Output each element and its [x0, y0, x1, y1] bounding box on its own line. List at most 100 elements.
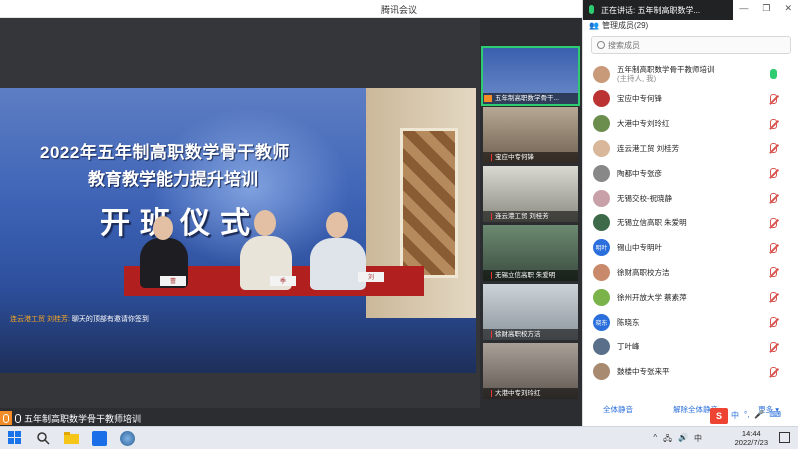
- punctuation-icon[interactable]: °,: [744, 410, 749, 421]
- network-icon[interactable]: 🖧: [663, 433, 672, 447]
- mic-muted-icon[interactable]: [770, 267, 777, 278]
- member-role: (主持人, 我): [617, 74, 657, 83]
- member-name: 丁叶峰: [617, 342, 640, 351]
- banner-line-3: 开班仪式: [100, 207, 260, 240]
- mic-muted-icon: [486, 213, 492, 220]
- notification-icon[interactable]: [779, 432, 790, 443]
- member-name-text: 宝应中专何锋: [617, 94, 662, 104]
- members-title: 管理成员(29): [601, 21, 649, 30]
- sogou-ime-icon[interactable]: S: [710, 408, 728, 424]
- member-row[interactable]: 徐州开放大学 蔡素萍: [583, 285, 798, 309]
- maximize-icon[interactable]: ❐: [762, 3, 770, 14]
- speaker-label: 五年制高职数学骨干教师培训: [0, 410, 160, 426]
- thumbnail-label: 徐财高职校方洁: [483, 329, 578, 340]
- thumbnail-label: 五年制高职数学骨干...: [483, 93, 578, 104]
- mic-muted-icon[interactable]: [770, 366, 777, 377]
- speaking-indicator: 正在讲话: 五年制高职数学...: [583, 0, 733, 20]
- avatar: [593, 214, 610, 232]
- close-icon[interactable]: ✕: [784, 3, 792, 14]
- thumbnail-6[interactable]: 大港中专刘玲红: [483, 343, 578, 399]
- participant-thumbnails: 五年制高职数学骨干... 宝应中专何锋 连云港工贸 刘桂芳 无锡立信高职 朱爱明…: [480, 18, 582, 408]
- main-video[interactable]: 2022年五年制高职数学骨干教师 教育教学能力提升培训 开班仪式 蕾 季 刘: [0, 88, 476, 373]
- system-tray: ^ 🖧 🔊 中: [653, 433, 702, 447]
- tencent-meeting-window: 腾讯会议 2022年五年制高职数学骨干教师 教育教学能力提升培训 开班仪式 蕾 …: [0, 0, 798, 426]
- avatar: 晓东: [593, 313, 610, 331]
- mic-muted-icon[interactable]: [770, 93, 777, 104]
- clock-time: 14:44: [741, 429, 761, 438]
- avatar: [593, 90, 610, 108]
- mic-muted-icon[interactable]: [770, 292, 777, 303]
- search-input[interactable]: [608, 40, 778, 50]
- avatar: [593, 263, 610, 281]
- window-controls: — ❐ ✕: [739, 3, 792, 14]
- chevron-up-icon[interactable]: ^: [653, 433, 657, 447]
- mic-muted-icon[interactable]: [770, 242, 777, 253]
- member-row[interactable]: 明叶 锡山中专明叶: [583, 236, 798, 260]
- avatar: [593, 115, 610, 133]
- members-header: 👥 管理成员(29): [589, 20, 648, 31]
- member-row[interactable]: 五年制高职数学骨干教师培训 (主持人, 我): [583, 62, 798, 86]
- windows-start-icon[interactable]: [8, 431, 23, 446]
- member-name-text: 丁叶峰: [617, 342, 640, 352]
- chat-text: 聊天的顶部有邀请你签到: [71, 316, 149, 323]
- member-row[interactable]: 无锡立信高职 朱爱明: [583, 211, 798, 235]
- mic-muted-icon[interactable]: [770, 143, 777, 154]
- member-row[interactable]: 徐财高职校方洁: [583, 260, 798, 284]
- thumbnail-1[interactable]: 五年制高职数学骨干...: [481, 46, 580, 106]
- avatar: [593, 338, 610, 356]
- thumbnail-5[interactable]: 徐财高职校方洁: [483, 284, 578, 340]
- search-icon: [597, 41, 605, 49]
- ime-toolbar: 中 °, 🎤 ⌨: [731, 410, 781, 421]
- thumbnail-3[interactable]: 连云港工贸 刘桂芳: [483, 166, 578, 222]
- member-name: 徐财高职校方洁: [617, 268, 670, 277]
- member-name-text: 徐州开放大学 蔡素萍: [617, 292, 687, 302]
- file-explorer-icon[interactable]: [64, 431, 79, 446]
- search-icon[interactable]: [36, 431, 51, 446]
- member-row[interactable]: 丁叶峰: [583, 335, 798, 359]
- member-row[interactable]: 晓东 陈晓东: [583, 310, 798, 334]
- avatar: [593, 164, 610, 182]
- member-search: [591, 36, 791, 54]
- thumbnail-2[interactable]: 宝应中专何锋: [483, 107, 578, 163]
- name-plate-3: 刘: [358, 272, 384, 282]
- member-name-text: 鼓楼中专张来平: [617, 367, 670, 377]
- mic-muted-icon[interactable]: [770, 193, 777, 203]
- thumbnail-4[interactable]: 无锡立信高职 朱爱明: [483, 225, 578, 281]
- mic-on-icon[interactable]: [770, 69, 777, 79]
- mic-muted-icon[interactable]: [770, 317, 777, 327]
- browser-icon[interactable]: [120, 431, 135, 446]
- host-tag-icon: [0, 411, 12, 425]
- member-row[interactable]: 无锡交校-祝晓静: [583, 186, 798, 210]
- keyboard-icon[interactable]: ⌨: [769, 410, 781, 421]
- member-row[interactable]: 鼓楼中专张来平: [583, 360, 798, 384]
- member-name: 无锡立信高职 朱爱明: [617, 218, 687, 227]
- volume-icon[interactable]: 🔊: [678, 433, 688, 447]
- mic-active-icon: [589, 5, 594, 14]
- name-plate-1: 蕾: [160, 276, 186, 286]
- member-name: 五年制高职数学骨干教师培训 (主持人, 我): [617, 65, 715, 83]
- member-name-text: 陶都中专张彦: [617, 168, 662, 178]
- mic-icon: [15, 413, 21, 423]
- person-right-head: [326, 212, 348, 238]
- chat-sender: 连云港工贸 刘桂芳:: [10, 316, 70, 323]
- member-row[interactable]: 连云港工贸 刘桂芳: [583, 136, 798, 160]
- mic-muted-icon: [486, 331, 492, 338]
- mic-icon[interactable]: 🎤: [754, 410, 764, 421]
- member-row[interactable]: 大港中专刘玲红: [583, 112, 798, 136]
- mute-all-button[interactable]: 全体静音: [603, 404, 633, 415]
- minimize-icon[interactable]: —: [739, 3, 748, 14]
- mic-muted-icon[interactable]: [770, 168, 777, 179]
- speaker-name: 五年制高职数学骨干教师培训: [24, 413, 142, 424]
- speaking-text: 正在讲话: 五年制高职数学...: [601, 5, 701, 15]
- chat-caption: 连云港工贸 刘桂芳: 聊天的顶部有邀请你签到: [10, 315, 150, 325]
- mic-muted-icon[interactable]: [770, 118, 777, 129]
- mic-muted-icon[interactable]: [770, 341, 777, 352]
- member-row[interactable]: 陶都中专张彦: [583, 161, 798, 185]
- mic-muted-icon[interactable]: [770, 217, 777, 228]
- ime-mode[interactable]: 中: [731, 410, 739, 421]
- member-name: 无锡交校-祝晓静: [617, 194, 672, 203]
- ime-tray[interactable]: 中: [694, 433, 702, 447]
- member-row[interactable]: 宝应中专何锋: [583, 87, 798, 111]
- clock[interactable]: 14:44 2022/7/23: [735, 429, 768, 447]
- tencent-meeting-taskbar-icon[interactable]: [92, 431, 107, 446]
